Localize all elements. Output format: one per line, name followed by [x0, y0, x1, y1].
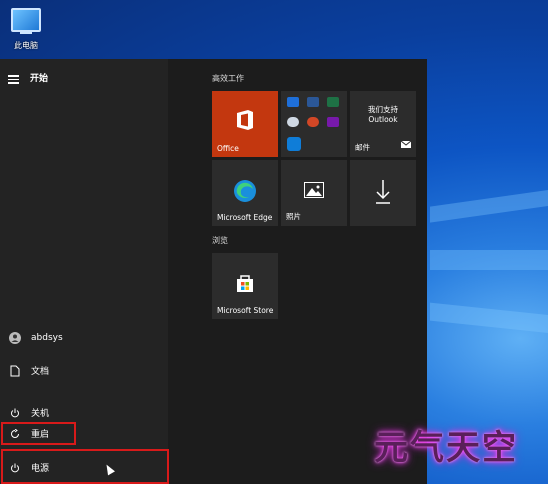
documents-item[interactable]: 文档	[8, 364, 49, 377]
photos-icon	[304, 182, 324, 202]
store-tile[interactable]: Microsoft Store	[212, 253, 278, 319]
restart-highlight-box	[1, 422, 76, 445]
shutdown-item[interactable]: 关机	[8, 406, 49, 419]
office-tile[interactable]: Office	[212, 91, 278, 157]
user-account-item[interactable]: abdsys	[8, 332, 63, 344]
mail-tile-line-2: Outlook	[368, 115, 398, 124]
office-apps-tile[interactable]	[281, 91, 347, 157]
start-menu-title: 开始	[30, 74, 49, 84]
mail-tile-label: 邮件	[355, 143, 370, 152]
mail-icon	[400, 133, 412, 152]
group-title-browse: 浏览	[212, 236, 228, 245]
documents-label: 文档	[31, 367, 50, 377]
office-icon	[235, 109, 255, 135]
download-icon	[375, 180, 391, 208]
group-title-productivity: 高效工作	[212, 74, 244, 83]
photos-tile[interactable]: 照片	[281, 160, 347, 226]
edge-tile-label: Microsoft Edge	[217, 213, 273, 222]
hamburger-menu-icon[interactable]	[8, 73, 19, 86]
user-avatar-icon	[8, 332, 22, 344]
this-pc-label: 此电脑	[14, 41, 38, 50]
office-tile-label: Office	[217, 144, 239, 153]
download-tile[interactable]	[350, 160, 416, 226]
edge-icon	[233, 179, 257, 207]
mail-tile[interactable]: 我们支持 Outlook 邮件	[350, 91, 416, 157]
edge-tile[interactable]: Microsoft Edge	[212, 160, 278, 226]
computer-icon	[11, 8, 41, 34]
mail-tile-line-1: 我们支持	[368, 105, 398, 114]
store-tile-label: Microsoft Store	[217, 306, 274, 315]
start-left-rail: 开始 abdsys 文档 关机 重启 电源	[0, 59, 168, 484]
store-icon	[235, 273, 255, 297]
shutdown-label: 关机	[31, 409, 50, 419]
user-name: abdsys	[31, 333, 63, 343]
power-highlight-box	[1, 449, 169, 484]
watermark-text: 元气天空	[374, 428, 518, 468]
power-icon	[8, 408, 22, 418]
photos-tile-label: 照片	[286, 212, 301, 221]
this-pc-desktop-icon[interactable]: 此电脑	[6, 8, 46, 51]
document-icon	[8, 365, 22, 377]
